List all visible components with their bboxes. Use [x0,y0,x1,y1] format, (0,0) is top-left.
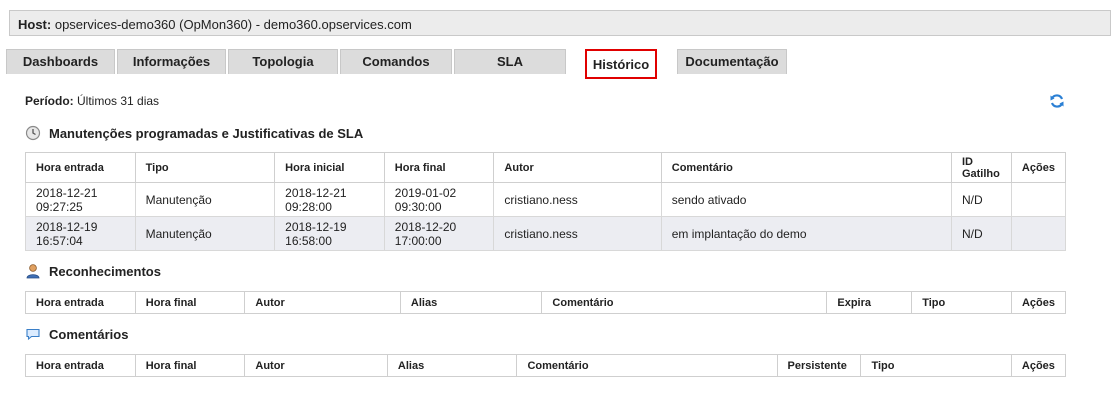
cell-tipo: Manutenção [134,216,276,251]
column-header: Ações [1010,291,1067,314]
maintenance-section-title: Manutenções programadas e Justificativas… [25,125,363,141]
acknowledgements-table: Hora entrada Hora final Autor Alias Come… [25,291,1067,314]
host-value: opservices-demo360 (OpMon360) - demo360.… [54,17,412,32]
column-header[interactable]: Tipo [134,152,276,183]
column-header[interactable]: Autor [244,291,401,314]
cell-autor: cristiano.ness [493,182,662,217]
column-header[interactable]: Alias [399,291,543,314]
column-header[interactable]: Autor [493,152,662,183]
column-header[interactable]: Hora entrada [25,354,136,377]
user-icon [26,264,40,279]
cell-hora-entrada: 2018-12-19 16:57:04 [25,216,136,251]
maintenance-table: Hora entrada Tipo Hora inicial Hora fina… [25,152,1067,251]
tab-dashboards[interactable]: Dashboards [6,49,115,74]
column-header[interactable]: Comentário [660,152,952,183]
column-header[interactable]: Hora final [383,152,495,183]
table-header-row: Hora entrada Hora final Autor Alias Come… [25,291,1067,314]
column-header[interactable]: ID Gatilho [950,152,1012,183]
column-header: Ações [1010,152,1067,183]
table-row[interactable]: 2018-12-21 09:27:25 Manutenção 2018-12-2… [25,182,1067,217]
tab-topologia[interactable]: Topologia [228,49,338,74]
cell-hora-final: 2018-12-20 17:00:00 [383,216,495,251]
comments-title: Comentários [49,326,129,342]
column-header[interactable]: Comentário [541,291,828,314]
column-header[interactable]: Tipo [860,354,1012,377]
comments-table: Hora entrada Hora final Autor Alias Come… [25,354,1067,377]
cell-hora-inicial: 2018-12-21 09:28:00 [274,182,385,217]
table-row[interactable]: 2018-12-19 16:57:04 Manutenção 2018-12-1… [25,216,1067,251]
column-header[interactable]: Comentário [516,354,778,377]
cell-comentario: sendo ativado [660,182,952,217]
speech-bubble-icon [26,328,40,341]
column-header[interactable]: Expira [826,291,913,314]
cell-hora-entrada: 2018-12-21 09:27:25 [25,182,136,217]
table-header-row: Hora entrada Hora final Autor Alias Come… [25,354,1067,377]
cell-autor: cristiano.ness [493,216,662,251]
refresh-icon[interactable] [1049,93,1065,109]
column-header[interactable]: Tipo [911,291,1012,314]
period-label: Período: [25,94,74,108]
column-header[interactable]: Persistente [776,354,862,377]
column-header: Ações [1010,354,1067,377]
comments-section-title: Comentários [25,326,128,342]
cell-tipo: Manutenção [134,182,276,217]
maintenance-title: Manutenções programadas e Justificativas… [49,125,364,141]
acknowledgements-title: Reconhecimentos [49,263,161,279]
acknowledgements-section-title: Reconhecimentos [25,263,161,279]
column-header[interactable]: Hora entrada [25,291,136,314]
cell-hora-final: 2019-01-02 09:30:00 [383,182,495,217]
period-info: Período: Últimos 31 dias [25,94,159,108]
tab-historico[interactable]: Histórico [585,49,657,79]
column-header[interactable]: Hora entrada [25,152,136,183]
cell-acoes [1010,216,1067,251]
host-label: Host: [18,17,52,32]
period-value: Últimos 31 dias [77,94,160,108]
cell-comentario: em implantação do demo [660,216,952,251]
tab-informacoes[interactable]: Informações [117,49,226,74]
column-header[interactable]: Hora inicial [274,152,385,183]
column-header[interactable]: Alias [386,354,518,377]
column-header[interactable]: Hora final [134,354,246,377]
tab-comandos[interactable]: Comandos [340,49,452,74]
column-header[interactable]: Hora final [134,291,246,314]
column-header[interactable]: Autor [244,354,388,377]
clock-icon [25,125,41,141]
tab-documentacao[interactable]: Documentação [677,49,787,74]
table-header-row: Hora entrada Tipo Hora inicial Hora fina… [25,152,1067,183]
host-bar: Host: opservices-demo360 (OpMon360) - de… [9,10,1111,36]
cell-acoes [1010,182,1067,217]
tab-sla[interactable]: SLA [454,49,566,74]
cell-id-gatilho: N/D [950,216,1012,251]
cell-hora-inicial: 2018-12-19 16:58:00 [274,216,385,251]
cell-id-gatilho: N/D [950,182,1012,217]
